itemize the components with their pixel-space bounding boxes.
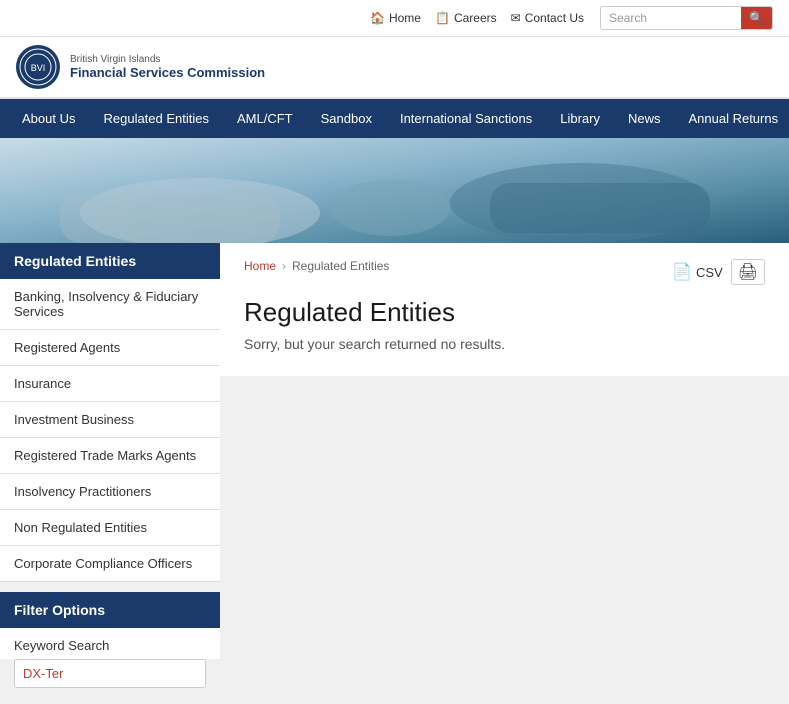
no-results-message: Sorry, but your search returned no resul… — [244, 336, 765, 352]
main-nav: About Us Regulated Entities AML/CFT Sand… — [0, 99, 789, 138]
sidebar-item-compliance[interactable]: Corporate Compliance Officers — [0, 546, 220, 582]
sidebar-item-trade-marks[interactable]: Registered Trade Marks Agents — [0, 438, 220, 474]
breadcrumb-home[interactable]: Home — [244, 259, 276, 273]
print-button[interactable]: 🖨 — [731, 259, 765, 285]
top-bar: 🏠 Home 📋 Careers ✉ Contact Us 🔍 — [0, 0, 789, 37]
contact-icon: ✉ — [511, 11, 521, 25]
logo-circle: BVI — [16, 45, 60, 89]
nav-sandbox[interactable]: Sandbox — [307, 99, 386, 138]
logo-svg: BVI — [19, 48, 57, 86]
printer-icon: 🖨 — [738, 264, 758, 281]
csv-button[interactable]: 📄 CSV — [672, 262, 723, 282]
sidebar-item-banking[interactable]: Banking, Insolvency & Fiduciary Services — [0, 279, 220, 330]
home-link[interactable]: 🏠 Home — [370, 11, 421, 25]
filter-options-title: Filter Options — [0, 592, 220, 628]
sidebar-item-insurance[interactable]: Insurance — [0, 366, 220, 402]
keyword-search-input[interactable] — [15, 660, 206, 687]
org-name: Financial Services Commission — [70, 65, 265, 81]
site-header: BVI British Virgin Islands Financial Ser… — [0, 37, 789, 99]
nav-international-sanctions[interactable]: International Sanctions — [386, 99, 546, 138]
top-search-input[interactable] — [601, 8, 741, 28]
sidebar-item-registered-agents[interactable]: Registered Agents — [0, 330, 220, 366]
top-bar-links: 🏠 Home 📋 Careers ✉ Contact Us — [370, 11, 584, 25]
keyword-search-label: Keyword Search — [0, 628, 220, 659]
keyword-search-box: 🔍 — [14, 659, 206, 688]
csv-icon: 📄 — [672, 262, 692, 282]
logo-area: BVI British Virgin Islands Financial Ser… — [16, 45, 265, 89]
sidebar-item-non-regulated[interactable]: Non Regulated Entities — [0, 510, 220, 546]
top-search-bar: 🔍 — [600, 6, 773, 30]
svg-text:BVI: BVI — [31, 63, 46, 73]
header-actions: 📄 CSV 🖨 — [672, 259, 765, 285]
breadcrumb: Home › Regulated Entities — [244, 259, 389, 273]
contact-link[interactable]: ✉ Contact Us — [511, 11, 584, 25]
nav-about-us[interactable]: About Us — [8, 99, 89, 138]
nav-regulated-entities[interactable]: Regulated Entities — [89, 99, 223, 138]
logo-text: British Virgin Islands Financial Service… — [70, 54, 265, 81]
page-title: Regulated Entities — [244, 297, 765, 328]
body-layout: Regulated Entities Banking, Insolvency &… — [0, 243, 789, 704]
careers-link[interactable]: 📋 Careers — [435, 11, 497, 25]
nav-library[interactable]: Library — [546, 99, 614, 138]
content-inner: Home › Regulated Entities 📄 CSV 🖨 Regula… — [220, 243, 789, 376]
breadcrumb-separator: › — [282, 259, 286, 273]
sidebar-item-investment[interactable]: Investment Business — [0, 402, 220, 438]
nav-news[interactable]: News — [614, 99, 675, 138]
nav-aml-cft[interactable]: AML/CFT — [223, 99, 307, 138]
breadcrumb-current: Regulated Entities — [292, 259, 389, 273]
bvi-label: British Virgin Islands — [70, 54, 265, 65]
home-icon: 🏠 — [370, 11, 385, 25]
careers-icon: 📋 — [435, 11, 450, 25]
sidebar-title: Regulated Entities — [0, 243, 220, 279]
main-content: Home › Regulated Entities 📄 CSV 🖨 Regula… — [220, 243, 789, 704]
sidebar: Regulated Entities Banking, Insolvency &… — [0, 243, 220, 704]
hero-image — [0, 138, 789, 243]
hero-svg — [0, 138, 789, 243]
nav-annual-returns[interactable]: Annual Returns — [674, 99, 789, 138]
sidebar-item-insolvency[interactable]: Insolvency Practitioners — [0, 474, 220, 510]
top-search-button[interactable]: 🔍 — [741, 7, 772, 29]
